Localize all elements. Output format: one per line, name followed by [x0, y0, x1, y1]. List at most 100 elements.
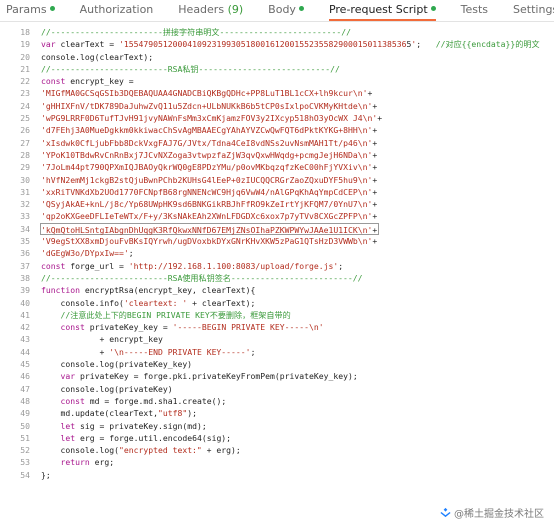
code-token: let	[60, 420, 76, 431]
code-line: 43 + encrypt_key	[0, 333, 554, 345]
code-line: 48 const md = forge.md.sha1.create();	[0, 395, 554, 407]
script-editor[interactable]: 18 //-----------------------拼接字符串明文------…	[0, 26, 554, 532]
code-line: 44 + '\n-----END PRIVATE KEY-----';	[0, 346, 554, 358]
code-text: var privateKey = forge.pki.privateKeyFro…	[41, 370, 358, 382]
code-token: +	[372, 174, 378, 185]
line-number: 54	[20, 469, 30, 480]
tab-params[interactable]: Params	[6, 3, 55, 21]
tab-settings[interactable]: Settings	[513, 3, 554, 21]
code-text: console.log(clearText);	[41, 51, 153, 63]
code-token: sig = privateKey.sign(md);	[75, 420, 207, 431]
code-token: +	[41, 346, 110, 357]
code-token: ;	[338, 260, 344, 271]
code-line: 29 '7JoLm44pt790QPXmIQJBAOyQkrWQ0gE8PDzYM…	[0, 161, 554, 173]
line-number: 31	[20, 186, 30, 197]
code-token: +	[372, 125, 378, 136]
code-token: '\n-----END PRIVATE KEY-----'	[109, 346, 251, 357]
code-token: +	[372, 100, 378, 111]
code-token: var	[60, 371, 76, 382]
code-text: let sig = privateKey.sign(md);	[41, 420, 207, 432]
code-token: 'dGEgW3o/DYpxIw=='	[41, 248, 129, 259]
tab-pre-request-script[interactable]: Pre-request Script	[328, 3, 436, 21]
code-token: //------------------------RSA使用私钥签名-----…	[41, 272, 363, 283]
tab-label: Authorization	[79, 3, 154, 16]
code-token: +	[367, 88, 373, 99]
code-line: 52 console.log("encrypted text:" + erg);	[0, 444, 554, 456]
code-token: ;	[128, 248, 134, 259]
code-token: privateKey = forge.pki.privateKeyFromPem…	[75, 371, 358, 382]
code-text: '7JoLm44pt790QPXmIQJBAOyQkrWQ0gE8PDzYMu/…	[41, 161, 377, 173]
code-text: 'YPoK10TBdwRvCnRnBxj7JCvNXZoga3vtwpzfaZj…	[41, 149, 377, 161]
code-line: 34 'kQmQtoHLSntgIAbgnDhUqgK3RfQkwxNNfD67E…	[0, 222, 554, 236]
code-token: '7JoLm44pt790QPXmIQJBAOyQkrWQ0gE8PDzYMu/…	[41, 162, 373, 173]
code-line: 33 'qp2oKXGeeDFLIeTeWTx/F+y/3KsNAkEAh2XWn…	[0, 210, 554, 222]
line-number: 23	[20, 88, 30, 99]
code-token: 'gHHIXFnV/tDK789DaJuhwZvQ11u5Zdcn+ULbNUK…	[41, 100, 373, 111]
line-number: 43	[20, 334, 30, 345]
line-number: 40	[20, 297, 30, 308]
code-line: 45 console.log(privateKey_key)	[0, 358, 554, 370]
line-number: 22	[20, 76, 30, 87]
code-text: 'xxRiTVNKdXb2UOd1770FCNpfB68rgNNENcWC9Hj…	[41, 186, 377, 198]
code-token: return	[60, 457, 90, 468]
code-line: 39 function encryptRsa(encrypt_key, clear…	[0, 284, 554, 296]
line-number: 52	[20, 445, 30, 456]
code-text: 'qp2oKXGeeDFLIeTeWTx/F+y/3KsNAkEAh2XWnLF…	[41, 210, 377, 222]
line-number: 48	[20, 395, 30, 406]
code-token: +	[377, 113, 383, 124]
code-line: 47 console.log(privateKey)	[0, 383, 554, 395]
code-token: const	[41, 76, 66, 87]
code-token: +	[372, 224, 378, 235]
code-text: var clearText = '15547905120004109231993…	[41, 38, 540, 50]
code-text: return erg;	[41, 456, 115, 468]
code-text: 'dGEgW3o/DYpxIw==';	[41, 247, 134, 259]
code-line: 35 'V9egStXX8xmDjouFvBKsIQYrwh/ugDVoxbkDY…	[0, 235, 554, 247]
code-line: 41 //注意此处上下的BEGIN PRIVATE KEY不要删除，框架自带的	[0, 309, 554, 321]
code-line: 25 'wPG9LRRF0D6TufTJvH91jvyNAWnFsMm3xCmKj…	[0, 112, 554, 124]
line-number: 25	[20, 113, 30, 124]
code-text: + '\n-----END PRIVATE KEY-----';	[41, 346, 255, 358]
line-number: 47	[20, 383, 30, 394]
line-number: 53	[20, 457, 30, 468]
tab-authorization[interactable]: Authorization	[80, 3, 154, 21]
code-token: function	[41, 285, 80, 296]
code-token: 'http://192.168.1.100:8083/upload/forge.…	[128, 260, 339, 271]
code-token: console.log(privateKey_key)	[41, 359, 193, 370]
code-text: 'hVfN2emMj1ckgB2stQjuBwnPChb2KUHsG4lEeP+…	[41, 174, 377, 186]
code-text: console.info('cleartext: ' + clearText);	[41, 297, 255, 309]
line-number: 19	[20, 39, 30, 50]
code-text: let erg = forge.util.encode64(sig);	[41, 432, 232, 444]
tab-body[interactable]: Body	[268, 3, 304, 21]
code-token: var	[41, 39, 56, 50]
code-token: //对应{{encdata}}的明文	[435, 39, 540, 50]
line-number: 45	[20, 359, 30, 370]
code-text: //------------------------RSA使用私钥签名-----…	[41, 272, 362, 284]
line-number: 28	[20, 149, 30, 160]
code-text: console.log(privateKey_key)	[41, 358, 192, 370]
code-token: encryptRsa(encrypt_key, clearText){	[79, 285, 256, 296]
line-number: 46	[20, 371, 30, 382]
tab-headers[interactable]: Headers (9)	[178, 3, 243, 21]
code-line: 37 const forge_url = 'http://192.168.1.10…	[0, 260, 554, 272]
watermark: @稀土掘金技术社区	[440, 505, 544, 520]
code-token: //------------------------RSA私钥---------…	[41, 63, 340, 74]
line-number: 38	[20, 272, 30, 283]
code-text: //注意此处上下的BEGIN PRIVATE KEY不要删除，框架自带的	[41, 309, 291, 321]
tab-label: Body	[268, 3, 296, 16]
code-text: 'QSyjAkAE+knL/j8c/Yp68UWpHK9sd6BNKGikRBJ…	[41, 198, 377, 210]
code-token: //注意此处上下的BEGIN PRIVATE KEY不要删除，框架自带的	[60, 309, 291, 320]
line-number: 18	[20, 27, 30, 37]
code-line: 18 //-----------------------拼接字符串明文------…	[0, 26, 554, 38]
tab-label: Settings	[513, 3, 554, 16]
modified-dot-icon	[430, 6, 436, 11]
code-token: +	[372, 236, 378, 247]
line-number: 37	[20, 260, 30, 271]
code-token: encrypt_key =	[65, 76, 134, 87]
code-text: 'V9egStXX8xmDjouFvBKsIQYrwh/ugDVoxbkDYxG…	[41, 235, 377, 247]
tab-tests[interactable]: Tests	[461, 3, 488, 21]
code-token: + clearText);	[187, 297, 256, 308]
